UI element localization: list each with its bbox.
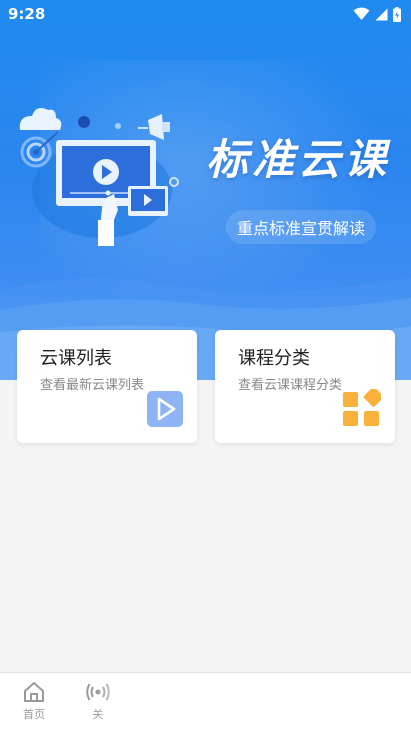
hero-banner: 9:28 标准云课 重点标准宣贯解读 xyxy=(0,0,411,380)
nav-item-home[interactable]: 首页 xyxy=(14,681,54,722)
status-bar: 9:28 xyxy=(0,0,411,28)
home-icon xyxy=(24,682,44,702)
card-course-category-title: 课程分类 xyxy=(238,348,310,369)
card-course-category[interactable]: 课程分类 查看云课课程分类 xyxy=(215,330,395,443)
battery-icon xyxy=(393,6,401,22)
hero-subtitle: 重点标准宣贯解读 xyxy=(226,210,376,244)
signal-icon xyxy=(375,8,388,20)
card-course-category-desc: 查看云课课程分类 xyxy=(238,378,343,393)
nav-item-home-label: 首页 xyxy=(23,708,45,721)
status-time: 9:28 xyxy=(8,5,46,23)
hero-title: 标准云课 xyxy=(206,135,391,184)
nav-overlay xyxy=(96,673,411,730)
card-course-list[interactable]: 云课列表 查看最新云课列表 xyxy=(17,330,197,443)
card-course-list-desc: 查看最新云课列表 xyxy=(40,378,145,393)
hero-illustration-icon xyxy=(19,108,179,246)
status-icons xyxy=(353,6,401,22)
bottom-nav: 首页 关 xyxy=(0,672,411,730)
card-course-list-title: 云课列表 xyxy=(40,348,112,369)
wifi-icon xyxy=(353,7,370,20)
play-icon xyxy=(147,391,183,427)
category-icon xyxy=(343,389,381,426)
